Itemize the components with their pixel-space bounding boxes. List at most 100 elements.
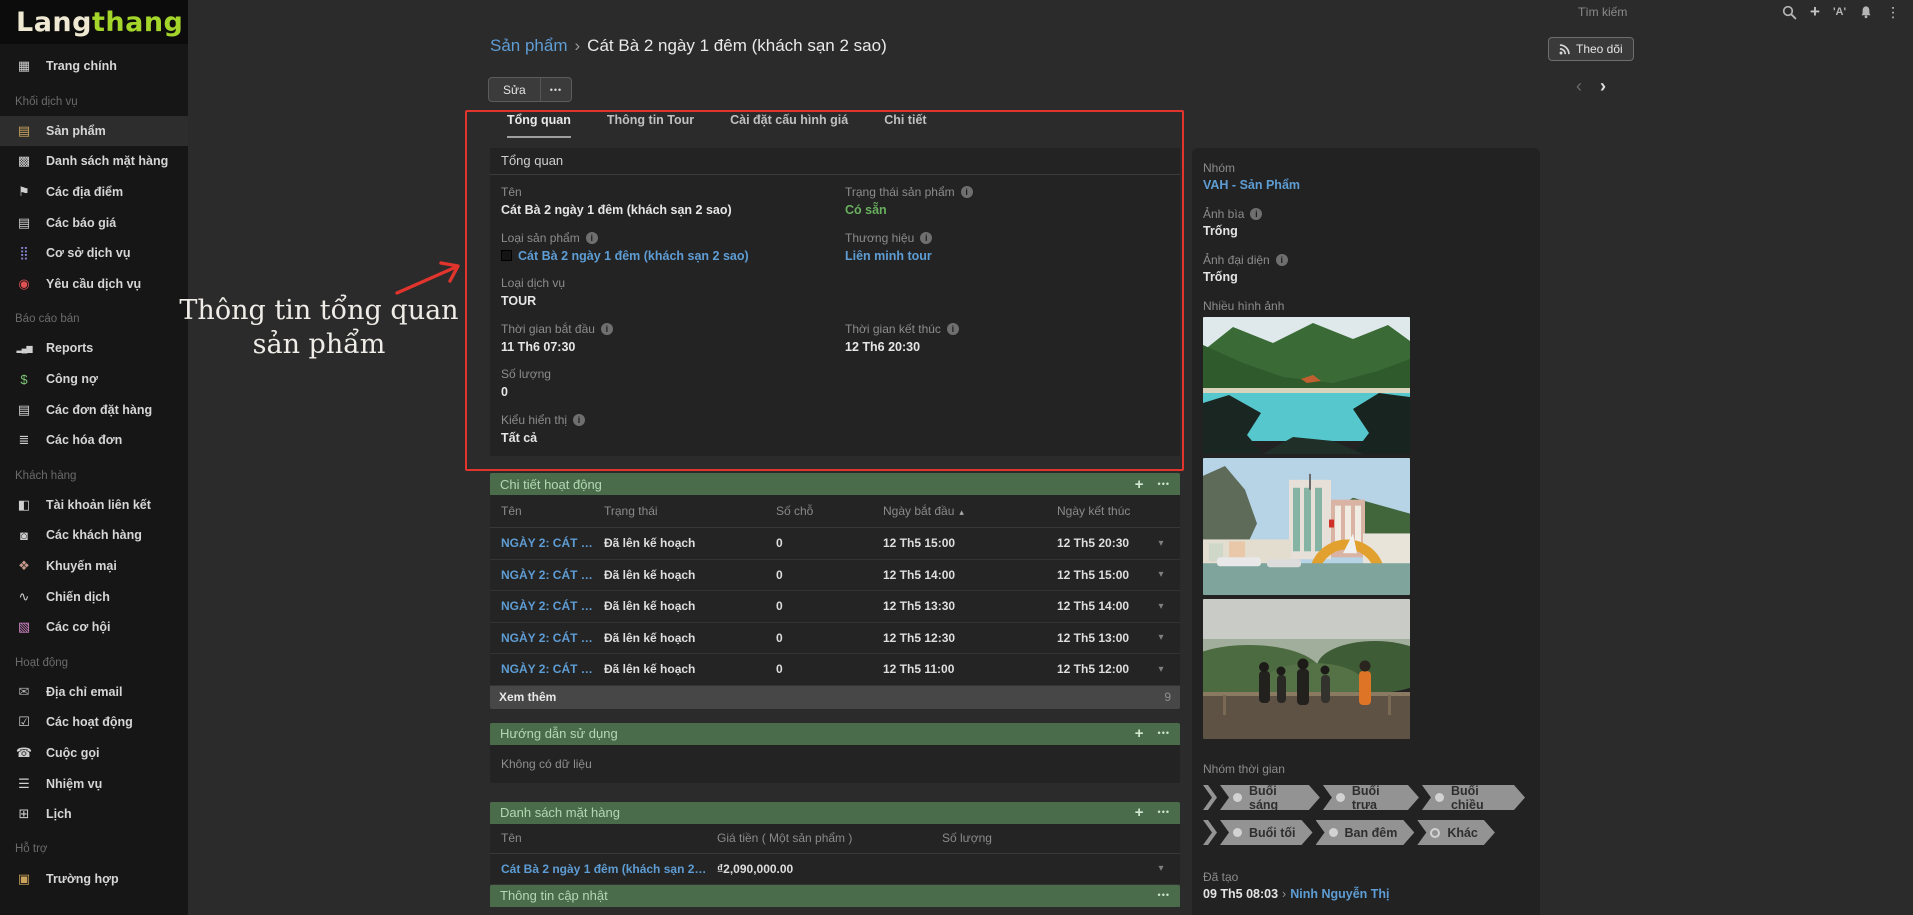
sidebar-item-tai-khoan-lien-ket[interactable]: ◧Tài khoản liên kết <box>0 490 188 521</box>
tag-buoi-trua[interactable]: Buổi trưa <box>1323 785 1419 810</box>
record-more-button[interactable]: ••• <box>540 78 571 101</box>
breadcrumb-module-link[interactable]: Sản phẩm <box>490 36 568 55</box>
sidebar-item-truong-hop[interactable]: ▣Trường hợp <box>0 863 188 894</box>
table-row[interactable]: NGÀY 2: CÁT B... Đã lên kế hoạch 0 12 Th… <box>490 654 1180 686</box>
table-row[interactable]: NGÀY 2: CÁT B... Đã lên kế hoạch 0 12 Th… <box>490 591 1180 623</box>
tag-ban-dem[interactable]: Ban đêm <box>1316 820 1415 845</box>
sidebar-item-cac-hoat-dong[interactable]: ☑Các hoạt động <box>0 707 188 738</box>
gallery-photo-lagoon[interactable] <box>1203 317 1410 454</box>
overview-panel-title: Tổng quan <box>490 148 1180 175</box>
search-icon[interactable] <box>1782 3 1797 21</box>
sidebar-item-cac-dia-diem[interactable]: ⚑Các địa điểm <box>0 177 188 208</box>
follow-button[interactable]: Theo dõi <box>1548 37 1634 61</box>
sidebar-item-danh-sach-mat-hang[interactable]: ▩Danh sách mặt hàng <box>0 146 188 177</box>
info-icon[interactable]: i <box>1250 208 1262 220</box>
edit-button[interactable]: Sửa <box>489 78 540 101</box>
sidebar-item-cac-hoa-don[interactable]: ≣Các hóa đơn <box>0 425 188 456</box>
tab-tong-quan[interactable]: Tổng quan <box>507 113 571 138</box>
app-logo[interactable]: Langthang <box>0 0 188 44</box>
search-input[interactable]: Tìm kiếm <box>1578 5 1627 19</box>
sidebar-item-cac-don-dat-hang[interactable]: ▤Các đơn đặt hàng <box>0 394 188 425</box>
panel-more-icon[interactable]: ••• <box>1158 891 1170 900</box>
tag-buoi-chieu[interactable]: Buổi chiều <box>1422 785 1525 810</box>
info-icon[interactable]: i <box>586 232 598 244</box>
show-more-button[interactable]: Xem thêm 9 <box>490 686 1180 709</box>
task-list-icon: ☰ <box>15 776 33 792</box>
sidebar-item-co-so-dich-vu[interactable]: ⣿Cơ sở dịch vụ <box>0 238 188 269</box>
product-detail-page: { "colors": { "page_bg": "#2b2b2b", "sid… <box>0 0 1913 915</box>
info-icon[interactable]: i <box>601 323 613 335</box>
tag-buoi-sang[interactable]: Buổi sáng <box>1220 785 1320 810</box>
tag-dot-icon <box>1329 828 1338 837</box>
table-row[interactable]: NGÀY 2: CÁT B... Đã lên kế hoạch 0 12 Th… <box>490 623 1180 655</box>
activity-link[interactable]: NGÀY 2: CÁT B... <box>501 536 604 550</box>
gallery-photo-harbor[interactable] <box>1203 458 1410 595</box>
quick-create-icon[interactable]: + <box>1810 3 1820 21</box>
created-by-link[interactable]: Ninh Nguyễn Thị <box>1290 887 1389 901</box>
sidebar-item-nhiem-vu[interactable]: ☰Nhiệm vụ <box>0 768 188 799</box>
add-icon[interactable]: + <box>1135 805 1144 820</box>
sidebar-item-cuoc-goi[interactable]: ☎Cuộc gọi <box>0 738 188 769</box>
field-name-value: Cát Bà 2 ngày 1 đêm (khách sạn 2 sao) <box>501 202 825 219</box>
row-dropdown-icon[interactable]: ▾ <box>1148 664 1174 675</box>
item-link[interactable]: Cát Bà 2 ngày 1 đêm (khách sạn 2 sao) <box>501 862 717 876</box>
sidebar-section-khoi-dich-vu: Khối dịch vụ <box>0 82 188 116</box>
annotation-line-2: sản phẩm <box>158 328 480 362</box>
row-dropdown-icon[interactable]: ▾ <box>1148 863 1174 874</box>
info-icon[interactable]: i <box>947 323 959 335</box>
sidebar-item-cac-co-hoi[interactable]: ▧Các cơ hội <box>0 612 188 643</box>
row-dropdown-icon[interactable]: ▾ <box>1148 601 1174 612</box>
panel-more-icon[interactable]: ••• <box>1158 808 1170 817</box>
field-brand-value[interactable]: Liên minh tour <box>845 248 1169 265</box>
activity-link[interactable]: NGÀY 2: CÁT B... <box>501 631 604 645</box>
info-icon[interactable]: i <box>961 186 973 198</box>
items-grid-icon: ▩ <box>15 153 33 169</box>
record-square-icon <box>501 250 512 261</box>
previous-record-arrow[interactable]: ‹ <box>1576 76 1582 97</box>
sidebar-item-lich[interactable]: ⊞Lịch <box>0 799 188 830</box>
table-row[interactable]: Cát Bà 2 ngày 1 đêm (khách sạn 2 sao) ₫2… <box>490 854 1180 885</box>
tab-cai-dat-cau-hinh-gia[interactable]: Cài đặt cấu hình giá <box>730 113 848 138</box>
sidebar-item-cac-bao-gia[interactable]: ▤Các báo giá <box>0 207 188 238</box>
sidebar-item-trang-chinh[interactable]: ▦Trang chính <box>0 51 188 82</box>
gallery-photo-viewpoint[interactable] <box>1203 599 1410 739</box>
table-row[interactable]: NGÀY 2: CÁT B... Đã lên kế hoạch 0 12 Th… <box>490 560 1180 592</box>
activity-link[interactable]: NGÀY 2: CÁT B... <box>501 568 604 582</box>
follow-button-label: Theo dõi <box>1576 42 1623 56</box>
tab-thong-tin-tour[interactable]: Thông tin Tour <box>607 113 694 138</box>
add-icon[interactable]: + <box>1135 477 1144 492</box>
tab-chi-tiet[interactable]: Chi tiết <box>884 113 926 138</box>
tag-khac[interactable]: Khác <box>1417 820 1495 845</box>
sidebar-item-cac-khach-hang[interactable]: ◙Các khách hàng <box>0 520 188 551</box>
item-price: ₫2,090,000.00 <box>717 862 942 876</box>
tag-buoi-toi[interactable]: Buổi tối <box>1220 820 1313 845</box>
activity-link[interactable]: NGÀY 2: CÁT B... <box>501 662 604 676</box>
kebab-menu-icon[interactable]: ⋮ <box>1886 3 1900 21</box>
sidebar-item-san-pham[interactable]: ▤Sản phẩm <box>0 116 188 147</box>
sorted-column[interactable]: Ngày bắt đầu▴ <box>883 504 1057 518</box>
activity-link[interactable]: NGÀY 2: CÁT B... <box>501 599 604 613</box>
sidebar-section-ho-tro: Hỗ trợ <box>0 829 188 863</box>
panel-more-icon[interactable]: ••• <box>1158 729 1170 738</box>
info-icon[interactable]: i <box>573 414 585 426</box>
sidebar-item-khuyen-mai[interactable]: ❖Khuyến mại <box>0 551 188 582</box>
add-icon[interactable]: + <box>1135 726 1144 741</box>
table-row[interactable]: NGÀY 2: CÁT B... Đã lên kế hoạch 0 12 Th… <box>490 528 1180 560</box>
field-status: Trạng thái sản phẩmi Có sẵn <box>845 184 1169 230</box>
next-record-arrow[interactable]: › <box>1600 76 1606 97</box>
items-panel: Danh sách mặt hàng + ••• Tên Giá tiền ( … <box>490 802 1180 885</box>
row-dropdown-icon[interactable]: ▾ <box>1148 569 1174 580</box>
info-icon[interactable]: i <box>920 232 932 244</box>
sidebar-item-dia-chi-email[interactable]: ✉Địa chỉ email <box>0 677 188 708</box>
group-value-link[interactable]: VAH - Sản Phẩm <box>1203 176 1528 194</box>
row-dropdown-icon[interactable]: ▾ <box>1148 632 1174 643</box>
sidebar-item-cong-no[interactable]: $Công nợ <box>0 364 188 395</box>
annotation-line-1: Thông tin tổng quan <box>158 294 480 328</box>
sidebar-item-chien-dich[interactable]: ∿Chiến dịch <box>0 581 188 612</box>
language-icon[interactable]: 'A' <box>1833 3 1846 21</box>
row-dropdown-icon[interactable]: ▾ <box>1148 538 1174 549</box>
field-product-type-value[interactable]: Cát Bà 2 ngày 1 đêm (khách sạn 2 sao) <box>501 248 825 265</box>
panel-more-icon[interactable]: ••• <box>1158 480 1170 489</box>
info-icon[interactable]: i <box>1276 254 1288 266</box>
notifications-bell-icon[interactable] <box>1859 3 1873 21</box>
